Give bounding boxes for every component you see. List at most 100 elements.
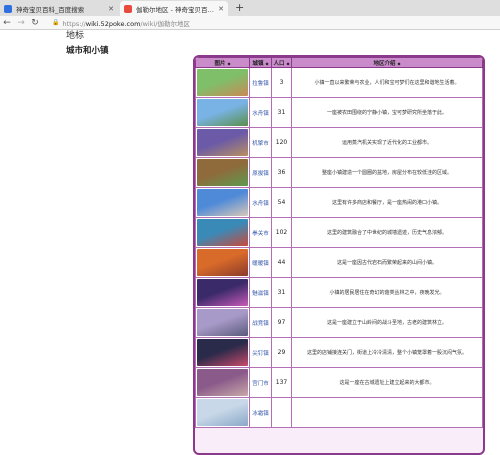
town-name-link[interactable]: 魅滋镇	[249, 277, 272, 308]
town-image-cell	[195, 337, 250, 368]
tab-bar: 神奇宝贝百科_百度搜索 ✕ 伽勒尔地区 - 神奇宝贝百科，关... ✕ +	[0, 0, 500, 16]
town-population: 54	[271, 187, 292, 218]
cities-heading: 城市和小镇	[66, 46, 109, 56]
town-image-cell	[195, 277, 250, 308]
town-name-link[interactable]: 水舟镇	[249, 187, 272, 218]
town-image-cell	[195, 367, 250, 398]
town-image-cell	[195, 127, 250, 158]
town-image-cell	[195, 397, 250, 428]
browser-tab-wiki[interactable]: 伽勒尔地区 - 神奇宝贝百科，关... ✕	[120, 1, 228, 16]
cities-table: 图片 ◆ 城镇 ◆ 人口 ◆ 地区介绍 ◆ 拉鲁镇 3 小镇一直以来繁荣与农业，人们和宝可梦…	[195, 57, 483, 428]
table-row: 机擎市 120 运用蒸汽机关实现了近代化的工业都市。	[195, 127, 483, 158]
town-image-cell	[195, 67, 250, 98]
town-name-link[interactable]: 原拔镇	[249, 157, 272, 188]
town-thumbnail[interactable]	[197, 99, 248, 126]
table-row: 宫门市 137 这是一座在古城遗址上建立起来的大都市。	[195, 367, 483, 398]
town-thumbnail[interactable]	[197, 309, 248, 336]
town-thumbnail[interactable]	[197, 219, 248, 246]
table-row: 拉鲁镇 3 小镇一直以来繁荣与农业，人们和宝可梦们在这里和谐地生活着。	[195, 67, 483, 98]
tab-title: 神奇宝贝百科_百度搜索	[16, 5, 85, 14]
town-population: 97	[271, 307, 292, 338]
town-intro: 整座小镇建造一个圆圈的盆地，房屋分布在较低洼的区域。	[291, 157, 483, 188]
table-row: 水舟镇 31 一座被农田围绕的宁静小镇，宝可梦研究所坐落于此。	[195, 97, 483, 128]
town-thumbnail[interactable]	[197, 129, 248, 156]
address-bar[interactable]: https://wiki.52poke.com/wiki/伽勒尔地区	[62, 18, 190, 28]
town-intro: 这里的建筑融合了中世纪的城墙遗迹，历史气息浓郁。	[291, 217, 483, 248]
table-row: 拳关市 102 这里的建筑融合了中世纪的城墙遗迹，历史气息浓郁。	[195, 217, 483, 248]
lock-icon: 🔒	[52, 19, 60, 26]
town-thumbnail[interactable]	[197, 69, 248, 96]
town-intro: 这是一座因古代岩石而繁荣起来的山间小镇。	[291, 247, 483, 278]
town-image-cell	[195, 217, 250, 248]
paw-favicon-icon	[4, 4, 12, 13]
town-name-link[interactable]: 水舟镇	[249, 97, 272, 128]
town-name-link[interactable]: 战竞镇	[249, 307, 272, 338]
town-population: 120	[271, 127, 292, 158]
url-path: /wiki/伽勒尔地区	[140, 19, 190, 28]
table-row: 尖钉镇 29 这里的店铺接连关门，街道上冷冷清清，整个小镇笼罩着一股沉闷气氛。	[195, 337, 483, 368]
town-intro: 运用蒸汽机关实现了近代化的工业都市。	[291, 127, 483, 158]
town-population: 44	[271, 247, 292, 278]
sort-icon: ◆	[227, 60, 231, 66]
town-thumbnail[interactable]	[197, 249, 248, 276]
header-population[interactable]: 人口 ◆	[271, 57, 292, 68]
town-population: 31	[271, 97, 292, 128]
town-image-cell	[195, 247, 250, 278]
town-thumbnail[interactable]	[197, 159, 248, 186]
town-name-link[interactable]: 拳关市	[249, 217, 272, 248]
url-host: wiki.52poke.com	[85, 19, 141, 28]
reload-icon[interactable]: ↻	[28, 18, 42, 28]
town-population: 31	[271, 277, 292, 308]
town-population: 36	[271, 157, 292, 188]
sort-icon: ◆	[397, 60, 401, 66]
url-scheme: https://	[62, 19, 86, 28]
town-thumbnail[interactable]	[197, 399, 248, 426]
town-population: 29	[271, 337, 292, 368]
town-intro: 这是一座在古城遗址上建立起来的大都市。	[291, 367, 483, 398]
town-name-link[interactable]: 暖暖镇	[249, 247, 272, 278]
town-intro	[291, 397, 483, 428]
town-image-cell	[195, 307, 250, 338]
town-intro: 这是一座建立于山岭间的战斗圣地，古老的建筑林立。	[291, 307, 483, 338]
town-intro: 这里有许多商店和餐厅，是一座热闹的港口小镇。	[291, 187, 483, 218]
header-image[interactable]: 图片 ◆	[195, 57, 250, 68]
town-intro: 一座被农田围绕的宁静小镇，宝可梦研究所坐落于此。	[291, 97, 483, 128]
cities-table-container: 图片 ◆ 城镇 ◆ 人口 ◆ 地区介绍 ◆ 拉鲁镇 3 小镇一直以来繁荣与农业，人们和宝可梦…	[193, 55, 485, 455]
town-thumbnail[interactable]	[197, 369, 248, 396]
town-name-link[interactable]: 宫门市	[249, 367, 272, 398]
table-row: 魅滋镇 31 小镇的居民居住在奇幻的菇类丛林之中，夜晚发光。	[195, 277, 483, 308]
town-thumbnail[interactable]	[197, 279, 248, 306]
landmarks-heading: 地标	[66, 31, 85, 41]
town-intro: 小镇一直以来繁荣与农业，人们和宝可梦们在这里和谐地生活着。	[291, 67, 483, 98]
town-population: 102	[271, 217, 292, 248]
town-thumbnail[interactable]	[197, 339, 248, 366]
town-intro: 小镇的居民居住在奇幻的菇类丛林之中，夜晚发光。	[291, 277, 483, 308]
close-tab-icon[interactable]: ✕	[108, 5, 114, 13]
town-image-cell	[195, 157, 250, 188]
town-name-link[interactable]: 尖钉镇	[249, 337, 272, 368]
table-row: 暖暖镇 44 这是一座因古代岩石而繁荣起来的山间小镇。	[195, 247, 483, 278]
close-tab-icon[interactable]: ✕	[218, 5, 224, 13]
forward-arrow-icon[interactable]: →	[14, 18, 28, 28]
town-name-link[interactable]: 冰霜镇	[249, 397, 272, 428]
back-arrow-icon[interactable]: ←	[0, 18, 14, 28]
table-row: 水舟镇 54 这里有许多商店和餐厅，是一座热闹的港口小镇。	[195, 187, 483, 218]
town-image-cell	[195, 187, 250, 218]
header-town[interactable]: 城镇 ◆	[249, 57, 272, 68]
town-thumbnail[interactable]	[197, 189, 248, 216]
table-row: 冰霜镇	[195, 397, 483, 428]
header-intro[interactable]: 地区介绍 ◆	[291, 57, 483, 68]
town-image-cell	[195, 97, 250, 128]
table-row: 原拔镇 36 整座小镇建造一个圆圈的盆地，房屋分布在较低洼的区域。	[195, 157, 483, 188]
sort-icon: ◆	[265, 60, 269, 66]
table-header-row: 图片 ◆ 城镇 ◆ 人口 ◆ 地区介绍 ◆	[195, 57, 483, 68]
town-population	[271, 397, 292, 428]
pokeball-favicon-icon	[124, 4, 132, 13]
town-name-link[interactable]: 拉鲁镇	[249, 67, 272, 98]
new-tab-button[interactable]: +	[235, 1, 244, 14]
town-name-link[interactable]: 机擎市	[249, 127, 272, 158]
table-row: 战竞镇 97 这是一座建立于山岭间的战斗圣地，古老的建筑林立。	[195, 307, 483, 338]
browser-tab-search[interactable]: 神奇宝贝百科_百度搜索 ✕	[0, 1, 118, 16]
tab-title: 伽勒尔地区 - 神奇宝贝百科，关...	[136, 5, 215, 14]
town-population: 3	[271, 67, 292, 98]
